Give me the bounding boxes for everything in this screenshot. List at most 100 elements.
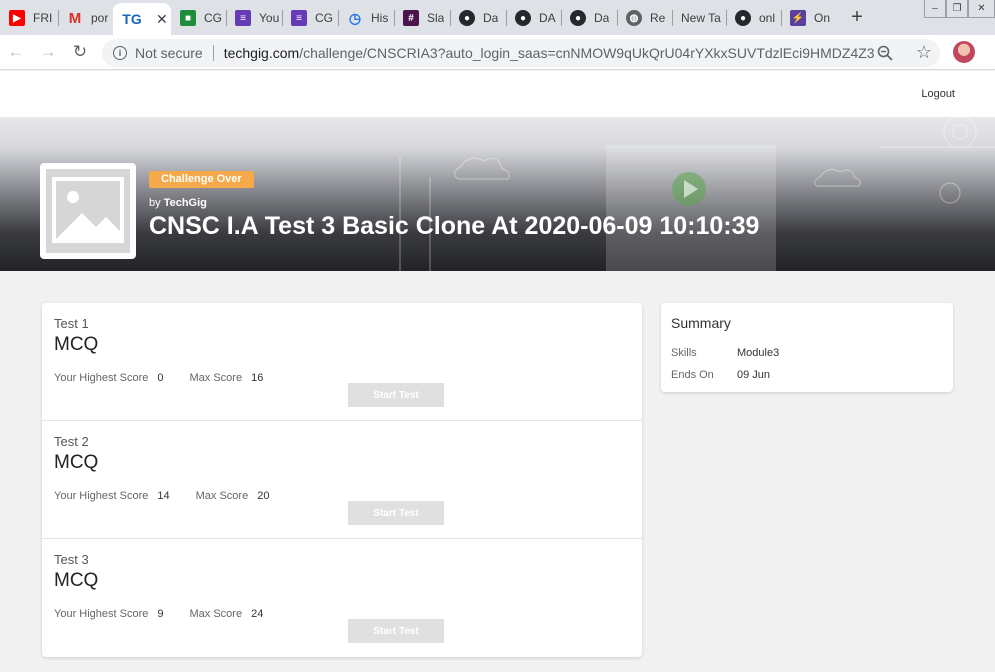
new-tab-button[interactable]: + <box>846 6 868 28</box>
browser-tab[interactable]: ◷ His <box>338 5 392 31</box>
challenge-hero-banner: Challenge Over by TechGig CNSC I.A Test … <box>0 117 995 271</box>
ends-on-label: Ends On <box>671 369 714 381</box>
url-host: techgig.com <box>223 45 300 61</box>
tab-label: Re <box>650 11 666 25</box>
tab-label: His <box>371 11 389 25</box>
tab-label: CG <box>204 11 222 25</box>
challenge-title: CNSC I.A Test 3 Basic Clone At 2020-06-0… <box>149 212 760 240</box>
security-label: Not secure <box>135 45 203 61</box>
github-icon: ● <box>459 10 475 26</box>
test-card: Test 2 MCQ Your Highest Score 14 Max Sco… <box>42 421 642 539</box>
close-window-button[interactable]: ✕ <box>968 0 995 18</box>
max-score-value: 16 <box>251 372 264 384</box>
browser-tab[interactable]: New Ta <box>672 5 724 31</box>
tab-label: Da <box>483 11 499 25</box>
github-icon: ● <box>515 10 531 26</box>
test-card: Test 3 MCQ Your Highest Score 9 Max Scor… <box>42 539 642 657</box>
tab-label: FRI <box>33 11 53 25</box>
history-icon: ◷ <box>348 9 362 26</box>
test-card: Test 1 MCQ Your Highest Score 0 Max Scor… <box>42 303 642 421</box>
address-bar[interactable]: i Not secure techgig.com/challenge/CNSCR… <box>102 39 940 67</box>
browser-tab[interactable]: ● Da <box>450 5 504 31</box>
bolt-icon: ⚡ <box>790 10 806 26</box>
summary-title: Summary <box>671 315 731 331</box>
tab-label: On <box>814 11 831 25</box>
gmail-icon: M <box>68 9 82 27</box>
summary-ends-row: Ends On 09 Jun <box>671 369 770 381</box>
bookmark-star-icon[interactable]: ☆ <box>916 42 932 63</box>
logout-link[interactable]: Logout <box>921 88 955 100</box>
test-label: Test 2 <box>54 434 89 449</box>
github-icon: ● <box>735 10 751 26</box>
summary-card: Summary Skills Module3 Ends On 09 Jun <box>661 303 953 392</box>
browser-tab[interactable]: ● onl <box>726 5 778 31</box>
browser-tab-strip: ▶ FRI M por TG ✕ ■ CG ≡ You ≡ CG ◷ His #… <box>0 0 995 35</box>
by-label: by <box>149 197 161 209</box>
tab-label: onl <box>759 11 776 25</box>
highest-score-value: 14 <box>157 490 170 502</box>
minimize-button[interactable]: – <box>924 0 946 18</box>
zoom-icon[interactable] <box>877 45 893 61</box>
restore-button[interactable]: ❐ <box>946 0 968 18</box>
challenge-byline: by TechGig <box>149 197 207 209</box>
highest-score-label: Your Highest Score <box>54 372 149 384</box>
skills-label: Skills <box>671 347 697 359</box>
globe-icon: ◍ <box>626 10 642 26</box>
tab-label: Sla <box>427 11 445 25</box>
browser-tab[interactable]: ● Da <box>561 5 615 31</box>
browser-tab[interactable]: ≡ You <box>226 5 280 31</box>
browser-tab[interactable]: ● DA <box>506 5 560 31</box>
summary-skills-row: Skills Module3 <box>671 347 779 359</box>
tab-label: You <box>259 11 280 25</box>
reload-icon[interactable]: ↻ <box>70 42 90 62</box>
test-label: Test 3 <box>54 552 89 567</box>
browser-toolbar: ← → ↻ i Not secure techgig.com/challenge… <box>0 35 995 70</box>
test-type: MCQ <box>54 570 99 591</box>
url-divider <box>212 45 214 61</box>
start-test-button[interactable]: Start Test <box>348 383 444 407</box>
info-icon[interactable]: i <box>113 46 127 60</box>
github-icon: ● <box>570 10 586 26</box>
test-list: Test 1 MCQ Your Highest Score 0 Max Scor… <box>42 303 642 657</box>
url-path: /challenge/CNSCRIA3?auto_login_saas=cnNM… <box>299 45 874 61</box>
score-row: Your Highest Score 9 Max Score 24 <box>54 608 263 620</box>
browser-tab[interactable]: ▶ FRI <box>0 5 57 31</box>
browser-tab[interactable]: M por <box>58 5 110 31</box>
browser-tab[interactable]: # Sla <box>394 5 448 31</box>
score-row: Your Highest Score 14 Max Score 20 <box>54 490 269 502</box>
challenge-status-badge: Challenge Over <box>149 171 254 188</box>
tab-label: Da <box>594 11 610 25</box>
browser-tab[interactable]: ■ CG <box>171 5 223 31</box>
forms-icon: ≡ <box>291 10 307 26</box>
close-tab-icon[interactable]: ✕ <box>156 11 168 28</box>
youtube-icon: ▶ <box>9 10 25 26</box>
browser-tab[interactable]: ⚡ On <box>781 5 833 31</box>
highest-score-label: Your Highest Score <box>54 490 149 502</box>
forward-arrow-icon[interactable]: → <box>38 42 58 62</box>
techgig-icon: TG <box>122 11 142 27</box>
tab-label: New Ta <box>681 11 721 25</box>
challenge-author: TechGig <box>163 197 207 209</box>
highest-score-label: Your Highest Score <box>54 608 149 620</box>
start-test-button[interactable]: Start Test <box>348 501 444 525</box>
test-type: MCQ <box>54 334 99 355</box>
max-score-label: Max Score <box>189 372 243 384</box>
slack-icon: # <box>403 10 419 26</box>
url-text[interactable]: techgig.com/challenge/CNSCRIA3?auto_logi… <box>224 45 874 61</box>
hero-background-illustration <box>399 117 995 271</box>
score-row: Your Highest Score 0 Max Score 16 <box>54 372 263 384</box>
browser-tab[interactable]: ≡ CG <box>282 5 336 31</box>
site-header: Logout <box>0 71 995 117</box>
max-score-label: Max Score <box>189 608 243 620</box>
browser-tab[interactable]: ◍ Re <box>617 5 669 31</box>
forms-icon: ≡ <box>235 10 251 26</box>
classroom-icon: ■ <box>180 10 196 26</box>
start-test-button[interactable]: Start Test <box>348 619 444 643</box>
tab-label: por <box>91 11 109 25</box>
browser-tab-active[interactable]: TG ✕ <box>113 3 171 35</box>
profile-avatar[interactable] <box>953 41 975 63</box>
max-score-value: 24 <box>251 608 264 620</box>
back-arrow-icon[interactable]: ← <box>6 42 26 62</box>
ends-on-value: 09 Jun <box>737 369 771 381</box>
max-score-value: 20 <box>257 490 270 502</box>
